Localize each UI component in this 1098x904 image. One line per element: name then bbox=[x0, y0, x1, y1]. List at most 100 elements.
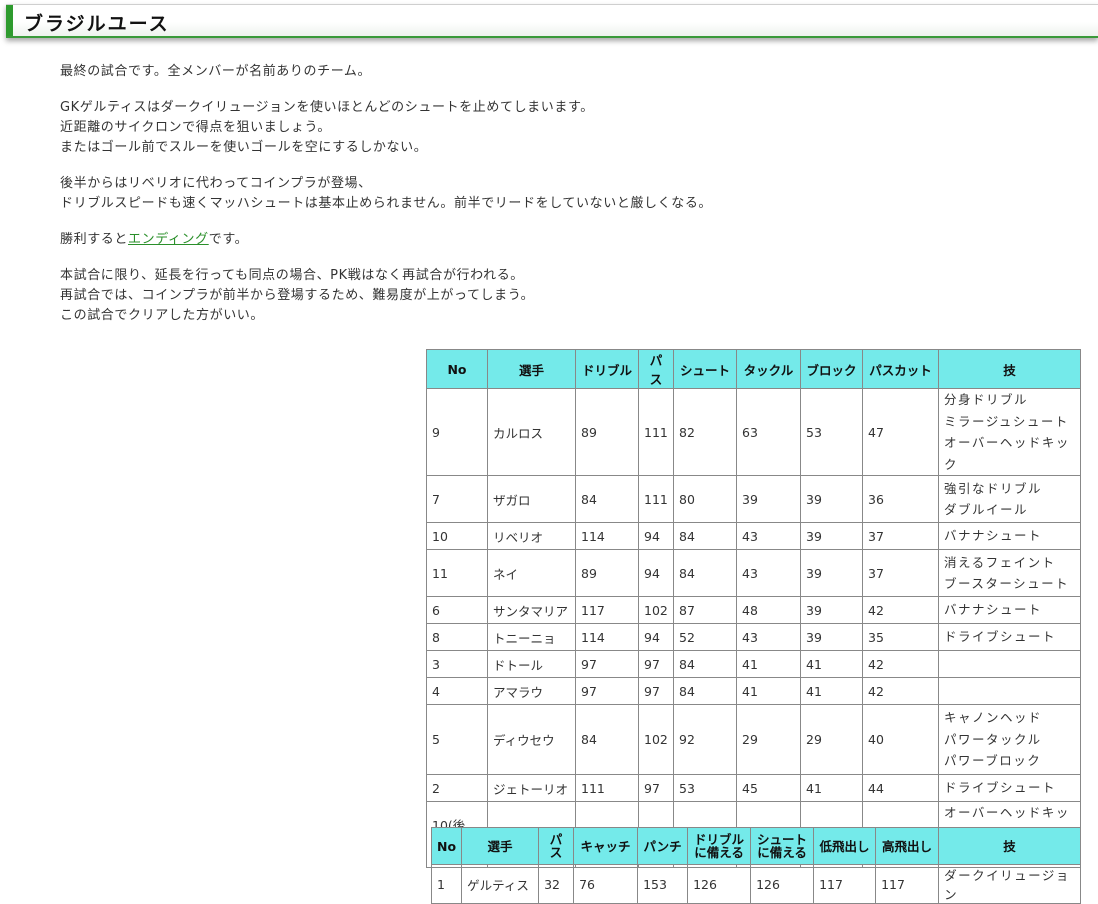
players-table-header: No 選手 ドリブル パス シュート タックル ブロック パスカット技 bbox=[426, 349, 1081, 389]
table-cell: 80 bbox=[673, 475, 737, 523]
table-cell: 82 bbox=[673, 388, 737, 476]
table-cell: 111 bbox=[638, 388, 674, 476]
table-cell: 92 bbox=[673, 704, 737, 775]
table-row: 10 リベリオ 114 94 84 43 39 37 バナナシュート bbox=[426, 522, 1081, 550]
intro-line: またはゴール前でスルーを使いゴールを空にするしかない。 bbox=[60, 140, 428, 155]
intro-line: 近距離のサイクロンで得点を狙いましょう。 bbox=[60, 120, 331, 135]
players-table: No 選手 ドリブル パス シュート タックル ブロック パスカット技 9 カルロス 89 111 8… bbox=[426, 349, 1081, 868]
table-cell: 29 bbox=[800, 704, 863, 775]
table-cell: ジェトーリオ bbox=[487, 774, 576, 802]
table-cell: 87 bbox=[673, 596, 737, 624]
skill-name: ミラージュシュート bbox=[944, 413, 1069, 429]
table-cell: 94 bbox=[638, 623, 674, 651]
intro-line: GKゲルティスはダークイリュージョンを使いほとんどのシュートを止めてしまいます。 bbox=[60, 100, 594, 115]
intro-line: 勝利すると bbox=[60, 232, 129, 247]
table-cell: 42 bbox=[862, 650, 939, 678]
column-header: パスカット bbox=[862, 349, 939, 389]
skills-cell: ダークイリュージョン bbox=[938, 864, 1082, 904]
table-cell: 39 bbox=[800, 623, 863, 651]
table-cell: 63 bbox=[736, 388, 801, 476]
table-cell: 117 bbox=[575, 596, 639, 624]
table-cell: 153 bbox=[637, 864, 689, 904]
table-cell: 7 bbox=[426, 475, 488, 523]
ending-link[interactable]: エンディング bbox=[128, 232, 209, 247]
table-cell: アマラウ bbox=[487, 677, 576, 705]
table-cell: 97 bbox=[638, 774, 674, 802]
table-row: 1 ゲルティス 32 76 153 126 126 117 117 ダークイリュージョン bbox=[430, 864, 1082, 904]
skills-cell bbox=[938, 677, 1081, 705]
goalkeeper-table: No 選手 パス キャッチ パンチ ドリブル に備える シュート に備える 低飛出し 高飛出し技 1… bbox=[430, 827, 1082, 904]
column-header: 高飛出し bbox=[875, 827, 940, 865]
skill-name: ダブルイール bbox=[944, 502, 1029, 517]
skill-name: パワーブロック bbox=[944, 753, 1042, 769]
skill-name: ドライブシュート bbox=[944, 780, 1057, 796]
table-cell: 43 bbox=[736, 623, 801, 651]
skill-name: ブースターシュート bbox=[944, 576, 1070, 591]
table-cell: 97 bbox=[575, 677, 639, 705]
intro-line: ドリブルスピードも速くマッハシュートは基本止められません。前半でリードをしていな… bbox=[60, 196, 713, 211]
table-cell: 29 bbox=[736, 704, 801, 775]
column-header: ブロック bbox=[800, 349, 863, 389]
table-cell: 9 bbox=[426, 388, 488, 476]
table-cell: 39 bbox=[800, 475, 863, 523]
skill-name: バナナシュート bbox=[944, 602, 1043, 618]
skills-cell: バナナシュート bbox=[938, 596, 1081, 624]
column-header: パンチ bbox=[637, 827, 689, 865]
column-header: 選手 bbox=[461, 827, 540, 865]
table-cell: 6 bbox=[426, 596, 488, 624]
table-cell: 94 bbox=[638, 549, 674, 597]
table-cell: 84 bbox=[673, 522, 737, 550]
column-header: パス bbox=[538, 827, 575, 865]
table-cell: 89 bbox=[575, 549, 639, 597]
skills-cell: 消えるフェイント ブースターシュート bbox=[938, 549, 1081, 597]
column-header: 低飛出し bbox=[813, 827, 877, 865]
column-header: シュート bbox=[673, 349, 737, 389]
skill-name: 強引なドリブル bbox=[944, 480, 1043, 496]
table-row: 5 ディウセウ 84 102 92 29 29 40 キャノンヘッド パワータックル パワーブロック bbox=[426, 704, 1081, 775]
intro-line: 最終の試合です。全メンバーが名前ありのチーム。 bbox=[60, 64, 372, 79]
table-cell: 43 bbox=[736, 522, 801, 550]
intro-line: 本試合に限り、延長を行っても同点の場合、PK戦はなく再試合が行われる。 bbox=[60, 268, 524, 283]
table-row: 9 カルロス 89 111 82 63 53 47 分身ドリブル ミラージュシュート オーバーヘッド… bbox=[426, 388, 1081, 476]
table-cell: 5 bbox=[426, 704, 488, 775]
intro-paragraph-3: 後半からはリベリオに代わってコインプラが登場、 ドリブルスピードも速くマッハシュ… bbox=[60, 174, 712, 214]
table-cell: 39 bbox=[800, 596, 863, 624]
table-row: 6 サンタマリア 117 102 87 48 39 42 バナナシュート bbox=[426, 596, 1081, 624]
table-cell: 3 bbox=[426, 650, 488, 678]
table-cell: 32 bbox=[538, 864, 575, 904]
table-cell: 41 bbox=[736, 650, 801, 678]
intro-line: 後半からはリベリオに代わってコインプラが登場、 bbox=[60, 176, 372, 191]
table-cell: 41 bbox=[800, 677, 863, 705]
table-cell: ドトール bbox=[487, 650, 576, 678]
table-cell: 114 bbox=[575, 623, 639, 651]
table-cell: 37 bbox=[862, 522, 939, 550]
column-header: 技 bbox=[938, 827, 1082, 865]
skill-name: 分身ドリブル bbox=[944, 392, 1029, 407]
page-title: ブラジルユース bbox=[24, 13, 170, 35]
intro-paragraph-2: GKゲルティスはダークイリュージョンを使いほとんどのシュートを止めてしまいます。… bbox=[60, 98, 712, 158]
table-cell: 35 bbox=[862, 623, 939, 651]
table-cell: 41 bbox=[736, 677, 801, 705]
intro-line: 再試合では、コインプラが前半から登場するため、難易度が上がってしまう。 bbox=[60, 288, 535, 303]
table-cell: 114 bbox=[575, 522, 639, 550]
table-cell: ネイ bbox=[487, 549, 576, 597]
column-header: No bbox=[430, 827, 463, 865]
table-cell: 43 bbox=[736, 549, 801, 597]
skills-cell: バナナシュート bbox=[938, 522, 1081, 550]
table-cell: 126 bbox=[750, 864, 815, 904]
column-header: タックル bbox=[736, 349, 801, 389]
table-cell: 117 bbox=[813, 864, 877, 904]
skills-cell: ドライブシュート bbox=[938, 774, 1081, 802]
table-cell: 11 bbox=[426, 549, 488, 597]
table-cell: 53 bbox=[673, 774, 737, 802]
table-cell: 39 bbox=[800, 549, 863, 597]
table-row: 3 ドトール 97 97 84 41 41 42 bbox=[426, 650, 1081, 678]
table-cell: ディウセウ bbox=[487, 704, 576, 775]
table-cell: ゲルティス bbox=[461, 864, 540, 904]
table-cell: 47 bbox=[862, 388, 939, 476]
skill-name: バナナシュート bbox=[944, 528, 1043, 544]
table-cell: 84 bbox=[673, 549, 737, 597]
table-cell: 117 bbox=[875, 864, 940, 904]
table-cell: カルロス bbox=[487, 388, 576, 476]
table-cell: トニーニョ bbox=[487, 623, 576, 651]
